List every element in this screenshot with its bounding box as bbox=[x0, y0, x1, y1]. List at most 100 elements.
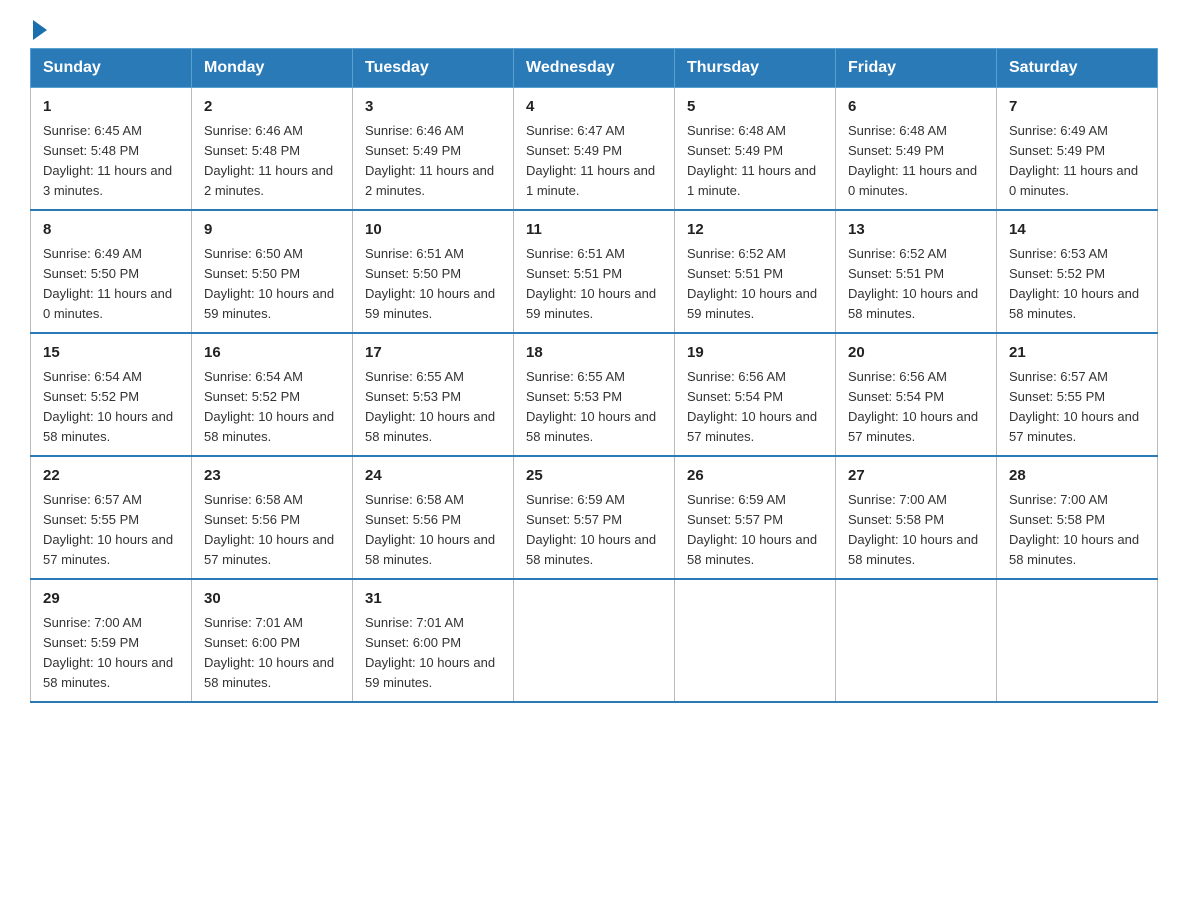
day-number: 9 bbox=[204, 219, 340, 242]
day-info: Sunrise: 6:53 AMSunset: 5:52 PMDaylight:… bbox=[1009, 244, 1145, 325]
week-row-2: 8Sunrise: 6:49 AMSunset: 5:50 PMDaylight… bbox=[31, 210, 1158, 333]
day-number: 8 bbox=[43, 219, 179, 242]
day-cell: 29Sunrise: 7:00 AMSunset: 5:59 PMDayligh… bbox=[31, 579, 192, 702]
day-cell: 27Sunrise: 7:00 AMSunset: 5:58 PMDayligh… bbox=[836, 456, 997, 579]
day-info: Sunrise: 7:01 AMSunset: 6:00 PMDaylight:… bbox=[204, 613, 340, 694]
day-info: Sunrise: 6:58 AMSunset: 5:56 PMDaylight:… bbox=[204, 490, 340, 571]
day-number: 17 bbox=[365, 342, 501, 365]
header-cell-saturday: Saturday bbox=[997, 49, 1158, 88]
day-number: 26 bbox=[687, 465, 823, 488]
day-cell: 20Sunrise: 6:56 AMSunset: 5:54 PMDayligh… bbox=[836, 333, 997, 456]
day-cell: 21Sunrise: 6:57 AMSunset: 5:55 PMDayligh… bbox=[997, 333, 1158, 456]
day-info: Sunrise: 6:52 AMSunset: 5:51 PMDaylight:… bbox=[687, 244, 823, 325]
day-info: Sunrise: 6:54 AMSunset: 5:52 PMDaylight:… bbox=[43, 367, 179, 448]
day-number: 13 bbox=[848, 219, 984, 242]
day-number: 31 bbox=[365, 588, 501, 611]
day-number: 24 bbox=[365, 465, 501, 488]
day-cell: 19Sunrise: 6:56 AMSunset: 5:54 PMDayligh… bbox=[675, 333, 836, 456]
day-info: Sunrise: 6:48 AMSunset: 5:49 PMDaylight:… bbox=[687, 121, 823, 202]
calendar-header: SundayMondayTuesdayWednesdayThursdayFrid… bbox=[31, 49, 1158, 88]
day-cell: 30Sunrise: 7:01 AMSunset: 6:00 PMDayligh… bbox=[192, 579, 353, 702]
day-info: Sunrise: 6:49 AMSunset: 5:49 PMDaylight:… bbox=[1009, 121, 1145, 202]
day-info: Sunrise: 6:45 AMSunset: 5:48 PMDaylight:… bbox=[43, 121, 179, 202]
calendar-body: 1Sunrise: 6:45 AMSunset: 5:48 PMDaylight… bbox=[31, 88, 1158, 703]
day-info: Sunrise: 6:50 AMSunset: 5:50 PMDaylight:… bbox=[204, 244, 340, 325]
day-info: Sunrise: 6:59 AMSunset: 5:57 PMDaylight:… bbox=[687, 490, 823, 571]
day-cell: 13Sunrise: 6:52 AMSunset: 5:51 PMDayligh… bbox=[836, 210, 997, 333]
header-cell-sunday: Sunday bbox=[31, 49, 192, 88]
week-row-3: 15Sunrise: 6:54 AMSunset: 5:52 PMDayligh… bbox=[31, 333, 1158, 456]
day-cell: 17Sunrise: 6:55 AMSunset: 5:53 PMDayligh… bbox=[353, 333, 514, 456]
header-cell-monday: Monday bbox=[192, 49, 353, 88]
day-cell: 9Sunrise: 6:50 AMSunset: 5:50 PMDaylight… bbox=[192, 210, 353, 333]
day-cell: 12Sunrise: 6:52 AMSunset: 5:51 PMDayligh… bbox=[675, 210, 836, 333]
day-number: 1 bbox=[43, 96, 179, 119]
day-number: 20 bbox=[848, 342, 984, 365]
day-info: Sunrise: 6:46 AMSunset: 5:48 PMDaylight:… bbox=[204, 121, 340, 202]
logo-arrow-icon bbox=[33, 20, 47, 40]
day-info: Sunrise: 6:56 AMSunset: 5:54 PMDaylight:… bbox=[848, 367, 984, 448]
day-info: Sunrise: 6:51 AMSunset: 5:51 PMDaylight:… bbox=[526, 244, 662, 325]
day-number: 25 bbox=[526, 465, 662, 488]
day-cell: 22Sunrise: 6:57 AMSunset: 5:55 PMDayligh… bbox=[31, 456, 192, 579]
day-number: 5 bbox=[687, 96, 823, 119]
header-row: SundayMondayTuesdayWednesdayThursdayFrid… bbox=[31, 49, 1158, 88]
day-info: Sunrise: 6:57 AMSunset: 5:55 PMDaylight:… bbox=[43, 490, 179, 571]
day-info: Sunrise: 6:47 AMSunset: 5:49 PMDaylight:… bbox=[526, 121, 662, 202]
day-number: 4 bbox=[526, 96, 662, 119]
day-cell: 3Sunrise: 6:46 AMSunset: 5:49 PMDaylight… bbox=[353, 88, 514, 211]
day-cell: 25Sunrise: 6:59 AMSunset: 5:57 PMDayligh… bbox=[514, 456, 675, 579]
day-number: 23 bbox=[204, 465, 340, 488]
header-cell-tuesday: Tuesday bbox=[353, 49, 514, 88]
day-info: Sunrise: 6:49 AMSunset: 5:50 PMDaylight:… bbox=[43, 244, 179, 325]
day-number: 15 bbox=[43, 342, 179, 365]
day-cell: 23Sunrise: 6:58 AMSunset: 5:56 PMDayligh… bbox=[192, 456, 353, 579]
day-info: Sunrise: 6:58 AMSunset: 5:56 PMDaylight:… bbox=[365, 490, 501, 571]
day-cell: 1Sunrise: 6:45 AMSunset: 5:48 PMDaylight… bbox=[31, 88, 192, 211]
day-cell: 28Sunrise: 7:00 AMSunset: 5:58 PMDayligh… bbox=[997, 456, 1158, 579]
day-cell bbox=[514, 579, 675, 702]
day-number: 28 bbox=[1009, 465, 1145, 488]
day-info: Sunrise: 6:55 AMSunset: 5:53 PMDaylight:… bbox=[526, 367, 662, 448]
page-header bbox=[30, 20, 1158, 38]
day-number: 2 bbox=[204, 96, 340, 119]
day-number: 29 bbox=[43, 588, 179, 611]
day-cell: 24Sunrise: 6:58 AMSunset: 5:56 PMDayligh… bbox=[353, 456, 514, 579]
day-number: 14 bbox=[1009, 219, 1145, 242]
header-cell-wednesday: Wednesday bbox=[514, 49, 675, 88]
day-cell bbox=[997, 579, 1158, 702]
day-info: Sunrise: 6:59 AMSunset: 5:57 PMDaylight:… bbox=[526, 490, 662, 571]
day-cell: 31Sunrise: 7:01 AMSunset: 6:00 PMDayligh… bbox=[353, 579, 514, 702]
day-number: 10 bbox=[365, 219, 501, 242]
header-cell-friday: Friday bbox=[836, 49, 997, 88]
calendar-table: SundayMondayTuesdayWednesdayThursdayFrid… bbox=[30, 48, 1158, 703]
logo bbox=[30, 20, 47, 38]
day-info: Sunrise: 6:57 AMSunset: 5:55 PMDaylight:… bbox=[1009, 367, 1145, 448]
day-number: 12 bbox=[687, 219, 823, 242]
day-cell: 10Sunrise: 6:51 AMSunset: 5:50 PMDayligh… bbox=[353, 210, 514, 333]
day-cell: 6Sunrise: 6:48 AMSunset: 5:49 PMDaylight… bbox=[836, 88, 997, 211]
week-row-1: 1Sunrise: 6:45 AMSunset: 5:48 PMDaylight… bbox=[31, 88, 1158, 211]
day-info: Sunrise: 6:46 AMSunset: 5:49 PMDaylight:… bbox=[365, 121, 501, 202]
day-number: 27 bbox=[848, 465, 984, 488]
day-info: Sunrise: 6:56 AMSunset: 5:54 PMDaylight:… bbox=[687, 367, 823, 448]
day-info: Sunrise: 7:01 AMSunset: 6:00 PMDaylight:… bbox=[365, 613, 501, 694]
day-cell: 26Sunrise: 6:59 AMSunset: 5:57 PMDayligh… bbox=[675, 456, 836, 579]
day-number: 3 bbox=[365, 96, 501, 119]
day-info: Sunrise: 6:48 AMSunset: 5:49 PMDaylight:… bbox=[848, 121, 984, 202]
day-cell: 18Sunrise: 6:55 AMSunset: 5:53 PMDayligh… bbox=[514, 333, 675, 456]
day-cell: 7Sunrise: 6:49 AMSunset: 5:49 PMDaylight… bbox=[997, 88, 1158, 211]
day-info: Sunrise: 6:51 AMSunset: 5:50 PMDaylight:… bbox=[365, 244, 501, 325]
day-cell: 11Sunrise: 6:51 AMSunset: 5:51 PMDayligh… bbox=[514, 210, 675, 333]
day-cell: 15Sunrise: 6:54 AMSunset: 5:52 PMDayligh… bbox=[31, 333, 192, 456]
day-cell: 4Sunrise: 6:47 AMSunset: 5:49 PMDaylight… bbox=[514, 88, 675, 211]
day-number: 6 bbox=[848, 96, 984, 119]
day-info: Sunrise: 7:00 AMSunset: 5:59 PMDaylight:… bbox=[43, 613, 179, 694]
day-cell: 2Sunrise: 6:46 AMSunset: 5:48 PMDaylight… bbox=[192, 88, 353, 211]
day-number: 30 bbox=[204, 588, 340, 611]
day-cell bbox=[836, 579, 997, 702]
header-cell-thursday: Thursday bbox=[675, 49, 836, 88]
day-info: Sunrise: 7:00 AMSunset: 5:58 PMDaylight:… bbox=[848, 490, 984, 571]
day-cell: 16Sunrise: 6:54 AMSunset: 5:52 PMDayligh… bbox=[192, 333, 353, 456]
logo-blue-container bbox=[30, 20, 47, 38]
